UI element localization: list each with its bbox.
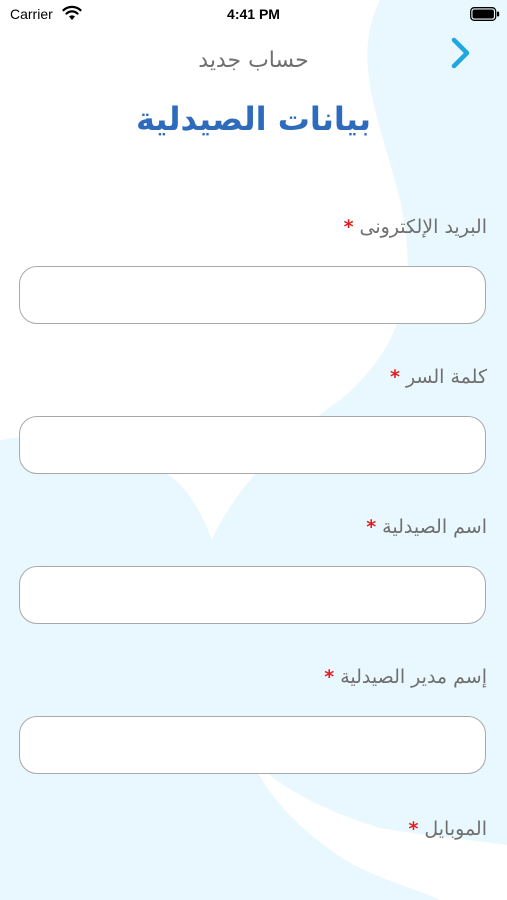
manager-name-label-text: إسم مدير الصيدلية [340,666,487,688]
email-label-text: البريد الإلكترونى [359,216,488,238]
manager-name-field-label: إسم مدير الصيدلية* [324,662,487,692]
password-field[interactable] [19,416,486,474]
pharmacy-name-field-label: اسم الصيدلية* [366,512,487,542]
email-field-label: البريد الإلكترونى* [344,212,487,242]
required-mark: * [324,666,335,688]
mobile-label-text: الموبايل [424,818,487,840]
clock: 4:41 PM [227,6,280,22]
manager-name-field[interactable] [19,716,486,774]
password-field-label: كلمة السر* [390,362,487,392]
required-mark: * [408,818,419,840]
status-bar: Carrier 4:41 PM [0,0,507,30]
email-field[interactable] [19,266,486,324]
pharmacy-name-label-text: اسم الصيدلية [382,516,487,538]
required-mark: * [343,216,354,238]
battery-icon [470,7,500,21]
mobile-field-label: الموبايل* [408,814,487,844]
required-mark: * [390,366,400,388]
password-label-text: كلمة السر [405,366,487,388]
required-mark: * [366,516,377,538]
pharmacy-name-field[interactable] [19,566,486,624]
page-title: بيانات الصيدلية [136,100,371,138]
page-subtitle: حساب جديد [198,48,309,73]
